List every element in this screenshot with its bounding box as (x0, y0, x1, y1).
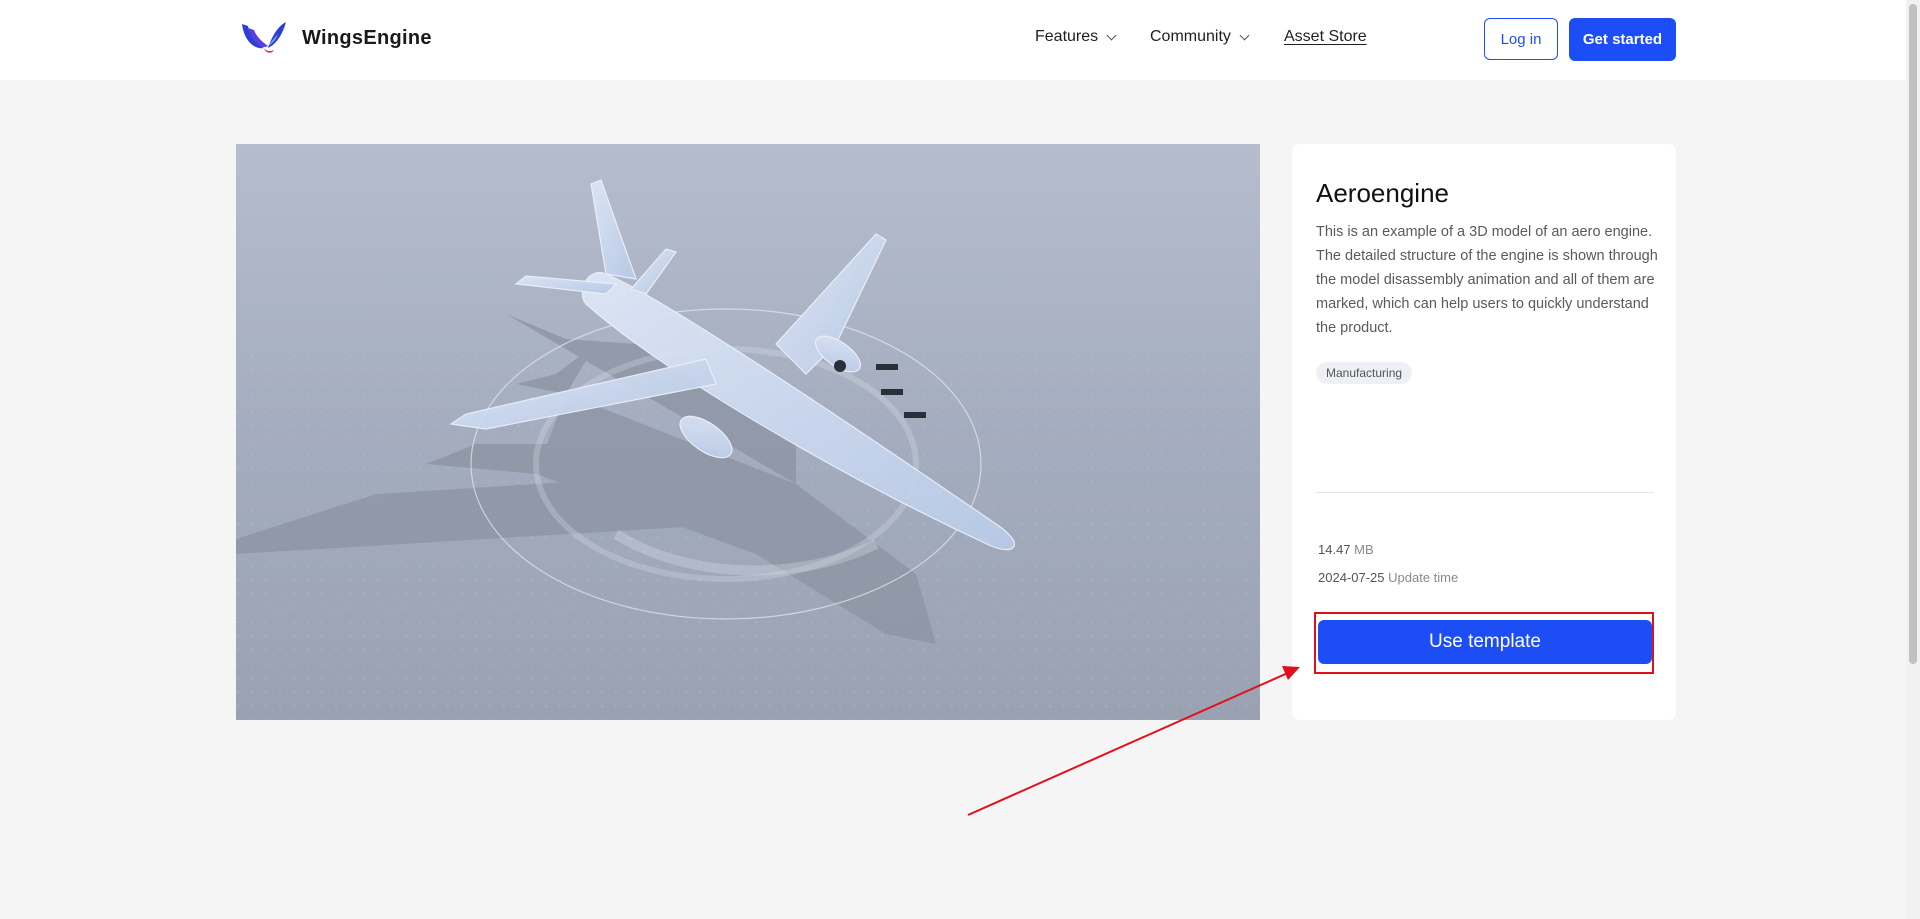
file-size-value: 14.47 (1318, 542, 1351, 557)
nav-features[interactable]: Features (1035, 28, 1117, 46)
asset-detail-card: Aeroengine This is an example of a 3D mo… (1292, 144, 1676, 720)
chevron-down-icon (1106, 30, 1117, 40)
wings-logo-icon (242, 22, 286, 53)
nav-community-label: Community (1150, 28, 1231, 45)
file-size-unit: MB (1354, 542, 1374, 557)
login-button[interactable]: Log in (1484, 18, 1558, 60)
nav-community[interactable]: Community (1150, 28, 1250, 46)
nav-features-label: Features (1035, 28, 1099, 45)
nav-asset-store[interactable]: Asset Store (1284, 28, 1367, 46)
use-template-button[interactable]: Use template (1318, 620, 1652, 664)
airplane-3d-render (236, 144, 1260, 720)
brand-name: WingsEngine (302, 26, 432, 49)
get-started-button[interactable]: Get started (1569, 18, 1676, 61)
top-navbar: WingsEngine Features Community Asset Sto… (0, 0, 1906, 80)
scrollbar-thumb[interactable] (1909, 4, 1917, 664)
scrollbar[interactable] (1906, 0, 1920, 919)
model-preview-image[interactable] (236, 144, 1260, 720)
update-time-label: Update time (1388, 570, 1459, 585)
nav-asset-store-label: Asset Store (1284, 28, 1367, 45)
category-tag[interactable]: Manufacturing (1316, 362, 1413, 384)
update-time: 2024-07-25 Update time (1318, 570, 1458, 585)
file-size: 14.47 MB (1318, 542, 1374, 557)
logo[interactable]: WingsEngine (238, 18, 432, 58)
asset-title: Aeroengine (1316, 178, 1449, 208)
chevron-down-icon (1239, 30, 1250, 40)
update-date-value: 2024-07-25 (1318, 570, 1385, 585)
divider (1316, 492, 1654, 493)
asset-description: This is an example of a 3D model of an a… (1316, 224, 1658, 336)
